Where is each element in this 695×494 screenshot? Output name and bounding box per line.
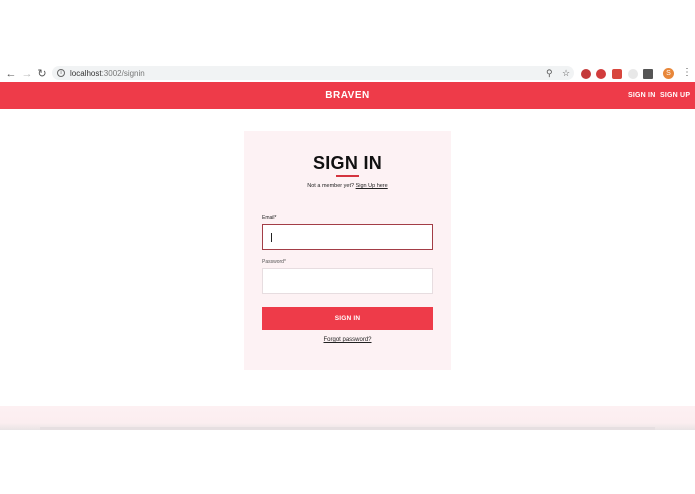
member-prompt: Not a member yet? Sign Up here xyxy=(244,183,451,189)
extension-icon[interactable] xyxy=(612,69,622,79)
member-prompt-text: Not a member yet? xyxy=(307,183,355,189)
password-field[interactable] xyxy=(262,268,433,294)
menu-kebab-icon[interactable]: ⋮ xyxy=(682,67,692,79)
back-icon[interactable]: ← xyxy=(4,67,18,81)
signup-here-link[interactable]: Sign Up here xyxy=(356,183,388,189)
header-signup-link[interactable]: SIGN UP xyxy=(660,92,690,99)
brand-logo[interactable]: BRAVEN xyxy=(0,90,695,101)
signin-submit-button[interactable]: SIGN IN xyxy=(262,307,433,330)
url-path: :3002/signin xyxy=(101,68,145,78)
url-host: localhost xyxy=(70,68,102,78)
extension-icon[interactable] xyxy=(581,69,591,79)
viewport: ← → ↻ i localhost:3002/signin ⚲ ☆ S ⋮ BR… xyxy=(0,0,695,494)
address-bar[interactable]: i localhost:3002/signin ⚲ ☆ xyxy=(52,66,574,80)
reload-icon[interactable]: ↻ xyxy=(35,67,49,81)
signin-card: SIGN IN Not a member yet? Sign Up here E… xyxy=(244,131,451,370)
url-text[interactable]: localhost:3002/signin xyxy=(70,69,145,78)
profile-avatar[interactable]: S xyxy=(663,68,674,79)
title-underline xyxy=(336,175,359,177)
zoom-icon[interactable]: ⚲ xyxy=(546,68,553,78)
site-header: BRAVEN SIGN IN SIGN UP xyxy=(0,82,695,109)
email-field[interactable] xyxy=(262,224,433,250)
browser-toolbar: ← → ↻ i localhost:3002/signin ⚲ ☆ S ⋮ xyxy=(0,65,695,82)
text-caret xyxy=(271,233,272,242)
extension-icon[interactable] xyxy=(643,69,653,79)
footer-shadow xyxy=(40,427,655,430)
forgot-password-link[interactable]: Forgot password? xyxy=(244,337,451,343)
password-label: Password* xyxy=(262,259,286,265)
page-title: SIGN IN xyxy=(312,153,383,173)
email-label: Email* xyxy=(262,215,277,221)
bookmark-star-icon[interactable]: ☆ xyxy=(562,68,570,78)
forward-icon[interactable]: → xyxy=(20,67,34,81)
extension-icon[interactable] xyxy=(596,69,606,79)
extension-icon[interactable] xyxy=(628,69,638,79)
info-icon[interactable]: i xyxy=(57,69,65,77)
header-signin-link[interactable]: SIGN IN xyxy=(628,92,655,99)
